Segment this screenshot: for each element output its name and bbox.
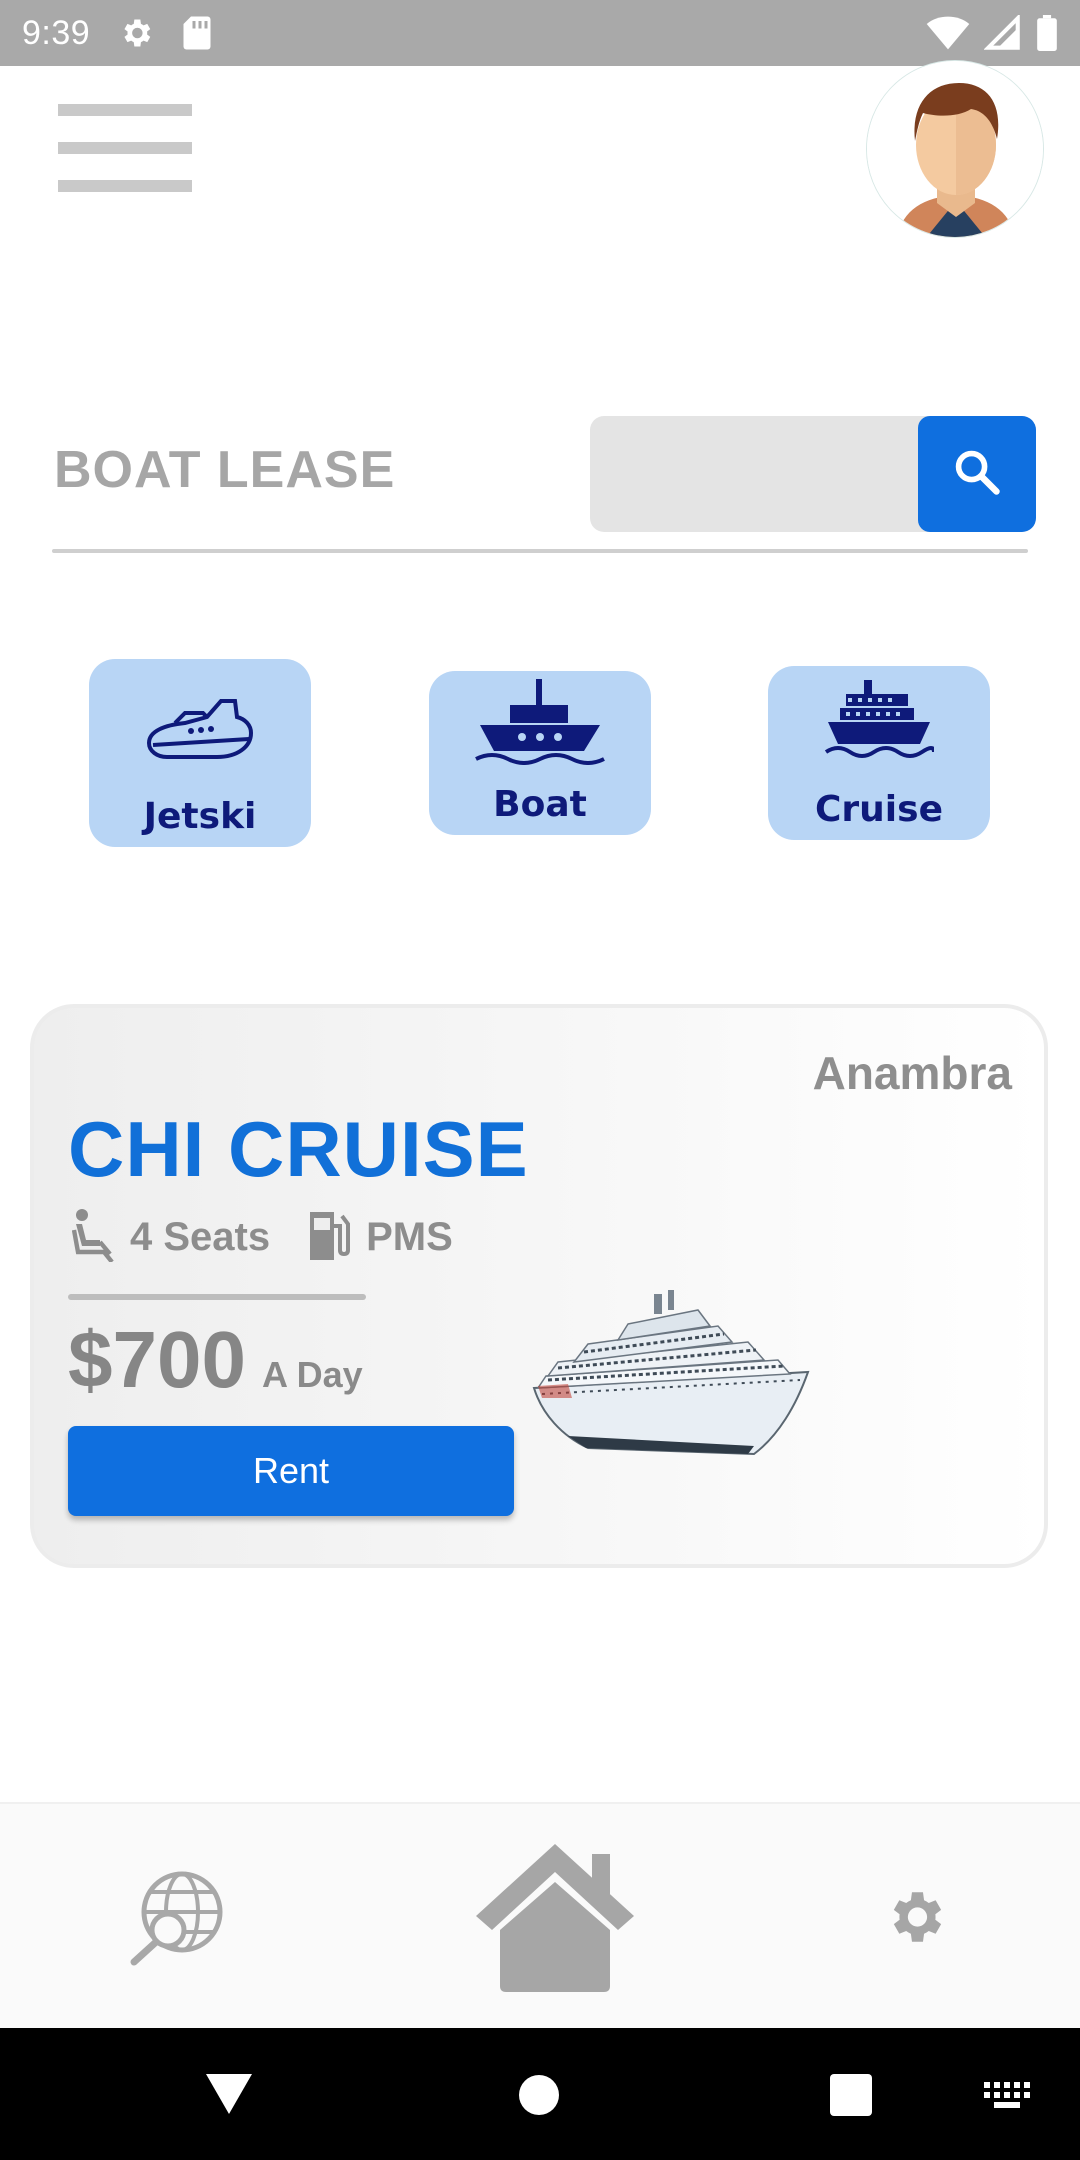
status-time: 9:39: [22, 13, 91, 52]
seats-spec: 4 Seats: [71, 1208, 271, 1267]
signal-icon: [984, 15, 1022, 51]
rent-button[interactable]: Rent: [68, 1426, 514, 1516]
page-title: BOAT LEASE: [54, 441, 396, 499]
listing-card[interactable]: Anambra CHI CRUISE 4 Seats PMS $700 A Da…: [30, 1004, 1048, 1568]
jetski-icon: [145, 687, 255, 770]
seat-icon: [71, 1208, 116, 1267]
home-icon: [472, 1844, 638, 2000]
cruise-ship-image: [528, 1276, 828, 1476]
price-unit: A Day: [261, 1354, 363, 1395]
bottom-nav: [0, 1802, 1080, 2028]
listing-specs: 4 Seats PMS: [71, 1208, 489, 1267]
category-label: Jetski: [143, 796, 257, 837]
nav-home[interactable]: [472, 1840, 638, 2001]
search-input[interactable]: [590, 416, 920, 532]
back-icon[interactable]: [206, 2074, 252, 2119]
category-label: Cruise: [815, 789, 943, 830]
recents-icon[interactable]: [830, 2074, 872, 2121]
search-button[interactable]: [918, 416, 1036, 532]
sd-card-icon: [182, 15, 212, 51]
fuel-text: PMS: [366, 1215, 453, 1259]
user-avatar[interactable]: [866, 60, 1044, 238]
globe-search-icon: [128, 1871, 226, 1970]
listing-price: $700: [68, 1315, 246, 1404]
search-box: [590, 416, 1036, 532]
settings-icon: [118, 15, 154, 51]
keyboard-icon[interactable]: [984, 2082, 1030, 2115]
status-bar: 9:39: [0, 0, 1080, 66]
hamburger-menu-icon[interactable]: [58, 104, 192, 194]
boat-icon: [472, 679, 608, 770]
category-label: Boat: [493, 784, 587, 825]
listing-location: Anambra: [812, 1047, 1012, 1099]
nav-explore[interactable]: [128, 1870, 226, 1971]
search-divider: [52, 549, 1028, 553]
battery-icon: [1036, 15, 1058, 51]
card-divider: [68, 1294, 366, 1300]
cruise-ship-icon: [824, 680, 936, 769]
system-nav: [0, 2028, 1080, 2160]
gear-icon: [882, 1892, 948, 1954]
seats-text: 4 Seats: [130, 1215, 271, 1259]
status-right: [926, 15, 1058, 51]
fuel-pump-icon: [306, 1208, 352, 1267]
nav-settings[interactable]: [882, 1884, 948, 1955]
home-circle-icon[interactable]: [518, 2074, 560, 2121]
status-left: 9:39: [22, 14, 212, 53]
price-row: $700 A Day: [68, 1314, 363, 1406]
category-boat[interactable]: Boat: [429, 671, 651, 835]
listing-name: CHI CRUISE: [68, 1105, 529, 1193]
wifi-icon: [926, 15, 970, 51]
fuel-spec: PMS: [306, 1208, 453, 1267]
screen: 9:39 BOAT LEASE Jetski Boat Cruise Anamb…: [0, 0, 1080, 2160]
search-icon: [951, 446, 1003, 503]
category-cruise[interactable]: Cruise: [768, 666, 990, 840]
category-jetski[interactable]: Jetski: [89, 659, 311, 847]
